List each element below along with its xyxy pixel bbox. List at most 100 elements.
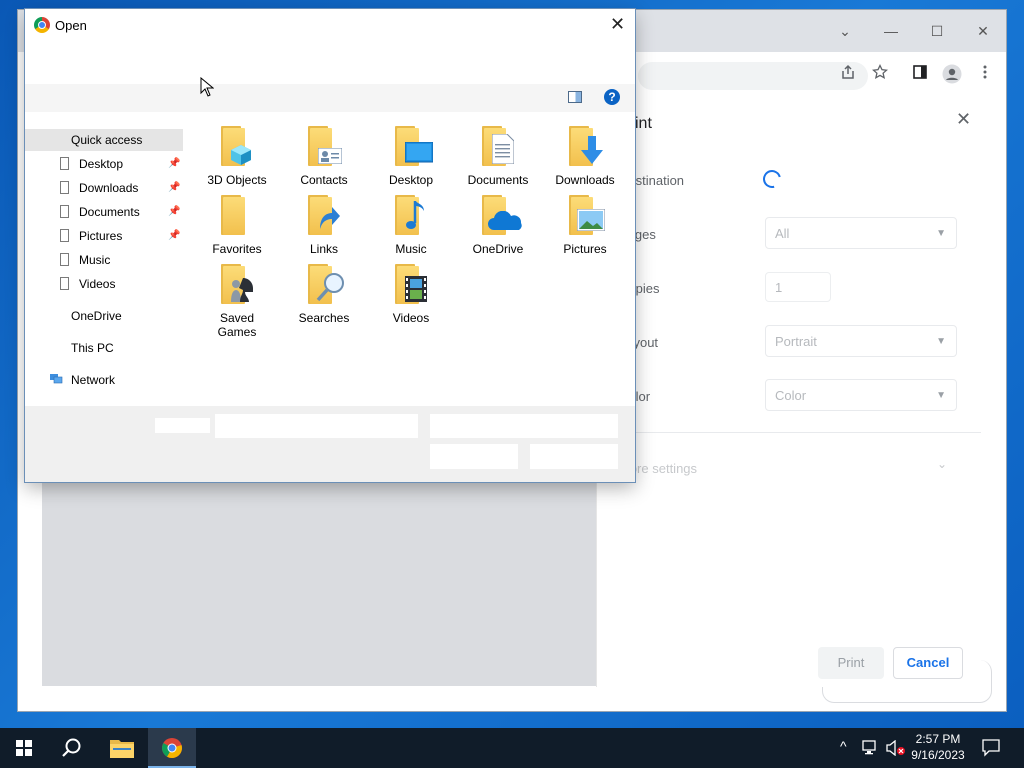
color-select[interactable]: Color ▼ bbox=[765, 379, 957, 411]
pages-select[interactable]: All ▼ bbox=[765, 217, 957, 249]
print-settings-panel: Print ✕ Destination Pages All ▼ Copies 1… bbox=[596, 93, 981, 687]
side-panel-icon[interactable] bbox=[908, 64, 932, 88]
saved-games-folder-icon bbox=[221, 264, 253, 304]
nav-item-downloads[interactable]: Downloads 📌 bbox=[25, 177, 183, 199]
3d-objects-folder-icon bbox=[221, 126, 251, 166]
nav-onedrive[interactable]: OneDrive bbox=[25, 305, 183, 327]
network-tray-button[interactable] bbox=[860, 728, 882, 768]
file-explorer-taskbar-button[interactable] bbox=[98, 728, 146, 768]
chevron-down-icon: ▼ bbox=[936, 336, 946, 347]
music-folder-icon bbox=[395, 195, 424, 235]
documents-folder-icon bbox=[482, 126, 514, 166]
nav-item-documents[interactable]: Documents 📌 bbox=[25, 201, 183, 223]
close-icon[interactable]: ✕ bbox=[956, 109, 971, 130]
address-bar[interactable] bbox=[638, 62, 868, 90]
nav-quick-access[interactable]: Quick access bbox=[25, 129, 183, 151]
folder-searches[interactable]: Searches bbox=[282, 260, 366, 328]
file-explorer-icon bbox=[110, 740, 134, 758]
nav-label: Quick access bbox=[71, 133, 143, 147]
folder-icon bbox=[60, 229, 69, 242]
folder-icon bbox=[60, 205, 69, 218]
contacts-folder-icon bbox=[308, 126, 342, 166]
close-icon[interactable]: ✕ bbox=[610, 14, 625, 35]
nav-label: Pictures bbox=[79, 229, 123, 243]
folder-downloads[interactable]: Downloads bbox=[543, 122, 627, 190]
nav-label: Documents bbox=[79, 205, 140, 219]
print-button[interactable]: Print bbox=[818, 647, 884, 679]
chrome-icon bbox=[34, 17, 50, 33]
kebab-menu-icon[interactable] bbox=[973, 64, 997, 88]
dialog-footer bbox=[25, 406, 635, 482]
taskbar: ^ 2:57 PM 9/16/2023 bbox=[0, 728, 1024, 768]
folder-desktop[interactable]: Desktop bbox=[369, 122, 453, 190]
chevron-down-icon[interactable]: ⌄ bbox=[937, 457, 947, 471]
folder-grid: 3D Objects Contacts Desktop Documents Do… bbox=[195, 122, 630, 352]
copies-input[interactable]: 1 bbox=[765, 272, 831, 302]
nav-label: Downloads bbox=[79, 181, 139, 195]
tab-search-button[interactable]: ⌄ bbox=[831, 18, 859, 44]
links-folder-icon bbox=[308, 195, 340, 235]
start-button[interactable] bbox=[0, 728, 48, 768]
folder-label: Contacts bbox=[300, 173, 348, 187]
open-file-dialog: Open ✕ ? Quick access Desktop 📌 Download… bbox=[25, 9, 635, 482]
filename-input[interactable] bbox=[215, 414, 418, 438]
chevron-down-icon: ▼ bbox=[936, 390, 946, 401]
nav-item-videos[interactable]: Videos bbox=[25, 273, 183, 295]
nav-item-desktop[interactable]: Desktop 📌 bbox=[25, 153, 183, 175]
folder-contacts[interactable]: Contacts bbox=[282, 122, 366, 190]
close-window-button[interactable]: ✕ bbox=[969, 18, 997, 44]
tray-overflow-button[interactable]: ^ bbox=[838, 728, 856, 768]
folder-label: Documents bbox=[467, 173, 529, 187]
profile-icon[interactable] bbox=[940, 64, 964, 88]
clock-time: 2:57 PM bbox=[915, 732, 961, 746]
nav-item-pictures[interactable]: Pictures 📌 bbox=[25, 225, 183, 247]
folder-music[interactable]: Music bbox=[369, 191, 453, 259]
system-clock[interactable]: 2:57 PM 9/16/2023 bbox=[903, 731, 973, 763]
open-button[interactable] bbox=[430, 444, 518, 469]
share-icon[interactable] bbox=[836, 64, 860, 88]
nav-label: Desktop bbox=[79, 157, 124, 171]
notification-icon bbox=[982, 739, 1000, 757]
maximize-button[interactable]: ☐ bbox=[923, 18, 951, 44]
layout-value: Portrait bbox=[775, 334, 817, 349]
nav-label: Videos bbox=[79, 277, 116, 291]
help-icon[interactable]: ? bbox=[604, 89, 620, 105]
folder-links[interactable]: Links bbox=[282, 191, 366, 259]
favorites-folder-icon bbox=[221, 195, 249, 235]
nav-this-pc[interactable]: This PC bbox=[25, 337, 183, 359]
folder-pictures[interactable]: Pictures bbox=[543, 191, 627, 259]
preview-pane-icon[interactable] bbox=[568, 91, 582, 103]
folder-icon bbox=[60, 253, 69, 266]
star-icon[interactable] bbox=[868, 63, 892, 88]
folder-label: Searches bbox=[298, 311, 350, 325]
folder-icon bbox=[60, 181, 69, 194]
search-button[interactable] bbox=[48, 728, 96, 768]
chrome-taskbar-button[interactable] bbox=[148, 728, 196, 768]
folder-saved-games[interactable]: Saved Games bbox=[195, 260, 279, 339]
folder-onedrive[interactable]: OneDrive bbox=[456, 191, 540, 259]
cancel-button[interactable]: Cancel bbox=[893, 647, 963, 679]
navigation-pane: Quick access Desktop 📌 Downloads 📌 Docum… bbox=[25, 129, 183, 399]
minimize-button[interactable]: — bbox=[877, 18, 905, 44]
folder-videos[interactable]: Videos bbox=[369, 260, 453, 328]
folder-label: 3D Objects bbox=[207, 173, 267, 187]
nav-network[interactable]: Network bbox=[25, 369, 183, 391]
pin-icon: 📌 bbox=[168, 206, 181, 217]
onedrive-folder-icon bbox=[482, 195, 522, 235]
layout-select[interactable]: Portrait ▼ bbox=[765, 325, 957, 357]
nav-item-music[interactable]: Music bbox=[25, 249, 183, 271]
pages-value: All bbox=[775, 226, 790, 241]
folder-documents[interactable]: Documents bbox=[456, 122, 540, 190]
folder-3d-objects[interactable]: 3D Objects bbox=[195, 122, 279, 190]
mouse-cursor-icon bbox=[200, 77, 214, 97]
folder-favorites[interactable]: Favorites bbox=[195, 191, 279, 259]
folder-icon bbox=[60, 277, 69, 290]
notification-center-button[interactable] bbox=[980, 728, 1002, 768]
dialog-cancel-button[interactable] bbox=[530, 444, 618, 469]
desktop-folder-icon bbox=[395, 126, 433, 166]
file-type-select[interactable] bbox=[430, 414, 618, 438]
pin-icon: 📌 bbox=[168, 182, 181, 193]
pictures-folder-icon bbox=[569, 195, 605, 235]
color-value: Color bbox=[775, 388, 807, 403]
clock-date: 9/16/2023 bbox=[911, 748, 965, 762]
